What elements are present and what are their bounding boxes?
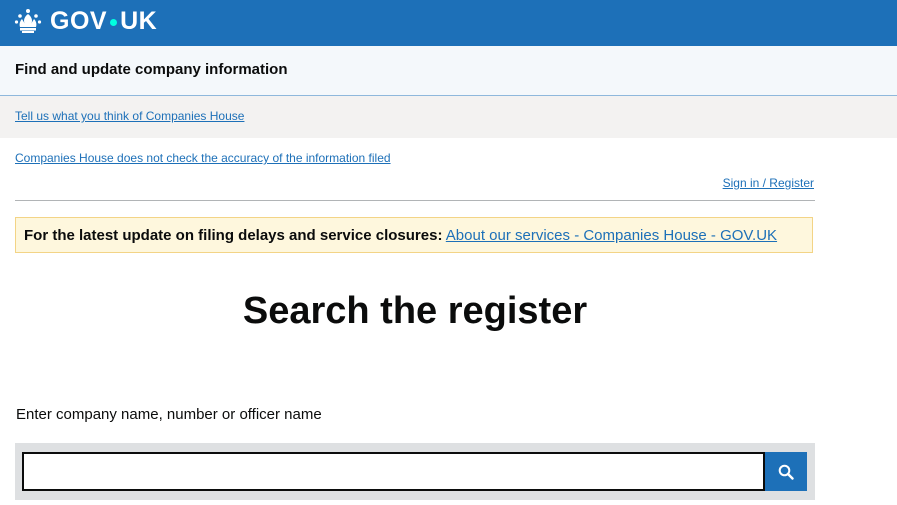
sign-in-register-link[interactable]: Sign in / Register [723, 176, 814, 190]
govuk-logo-link[interactable]: GOV UK [14, 6, 157, 36]
logo-text: GOV UK [50, 7, 157, 36]
accuracy-disclaimer-link[interactable]: Companies House does not check the accur… [15, 151, 391, 165]
service-bar: Find and update company information [0, 46, 897, 96]
logo-text-uk: UK [120, 6, 158, 35]
search-label: Enter company name, number or officer na… [16, 406, 322, 423]
crown-icon [14, 9, 42, 33]
search-form [15, 443, 815, 500]
search-button[interactable] [765, 452, 807, 491]
service-name: Find and update company information [15, 61, 288, 78]
logo-dot [110, 18, 118, 26]
feedback-bar: Tell us what you think of Companies Hous… [0, 96, 897, 138]
banner-text: For the latest update on filing delays a… [24, 227, 777, 244]
page-title: Search the register [242, 290, 588, 332]
banner-heading: For the latest update on filing delays a… [24, 227, 443, 244]
search-icon [778, 464, 794, 480]
about-services-link[interactable]: About our services - Companies House - G… [446, 227, 777, 244]
search-input[interactable] [22, 452, 765, 491]
service-update-banner: For the latest update on filing delays a… [15, 217, 813, 253]
divider [15, 200, 815, 201]
feedback-link[interactable]: Tell us what you think of Companies Hous… [15, 109, 244, 123]
govuk-header: GOV UK [0, 0, 897, 46]
logo-text-gov: GOV [50, 6, 108, 35]
